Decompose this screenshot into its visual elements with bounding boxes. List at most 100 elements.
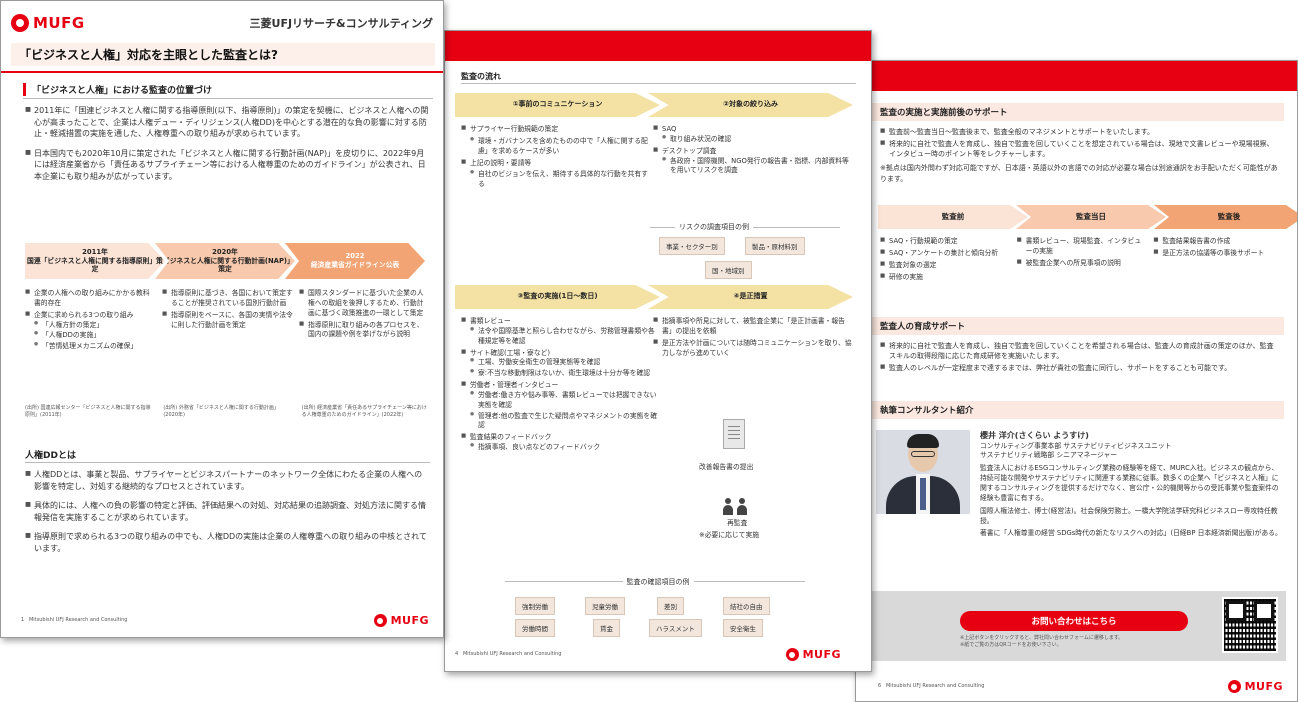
- list-item: 書類レビュー、現場監査、インタビューの実施: [1017, 237, 1144, 257]
- section-heading: 人権DDとは: [25, 451, 76, 461]
- list-item: 労働者・管理者インタビュー 労働者:働き方や悩み事等、書類レビューでは把握できな…: [461, 381, 661, 431]
- list-item: 指摘事項や所見に対して、被監査企業に「是正計画書・報告書」の提出を依頼: [653, 317, 853, 337]
- risk-tag: 事業・セクター別: [659, 237, 725, 255]
- list-item: 書類レビュー 法令や国際基準と照らし合わせながら、労務管理書類や各種規定等を確認: [461, 317, 661, 347]
- page-header: MUFG 三菱UFJリサーチ&コンサルティング: [11, 11, 433, 35]
- section-heading: 監査人の育成サポート: [872, 317, 1284, 335]
- list-item: 研修の実施: [880, 273, 1007, 283]
- company-name: 三菱UFJリサーチ&コンサルティング: [249, 17, 433, 30]
- check-tag: 賃金: [593, 619, 620, 637]
- list-item: SAQ・アンケートの集計と傾向分析: [880, 249, 1007, 259]
- brochure-page-4: 監査の流れ ①事前のコミュニケーション ②対象の絞り込み サプライヤー行動規範の…: [444, 30, 872, 672]
- list-item: SAQ・行動規範の策定: [880, 237, 1007, 247]
- page-number: 4: [455, 651, 459, 658]
- check-tag: 労働時間: [515, 619, 555, 637]
- hrdd-text: 人権DDとは、事業と製品、サプライヤーとビジネスパートナーのネットワーク全体にわ…: [25, 469, 430, 557]
- consultant-photo: [876, 430, 970, 514]
- page-number: 1: [21, 617, 25, 624]
- risk-tag: 国・地域別: [705, 261, 752, 279]
- footer-text: Mitsubishi UFJ Research and Consulting: [462, 651, 562, 658]
- step-4: ④是正措置: [648, 285, 853, 309]
- check-tag: ハラスメント: [649, 619, 702, 637]
- list-item: 是正方法や計画については随時コミュニケーションを取り、協力しながら進めていく: [653, 339, 853, 359]
- note-line: ※紙でご覧の方はQRコードをお使い下さい。: [960, 641, 1062, 648]
- note-line: ※上記ボタンをクリックすると、弊社問い合わせフォームに遷移します。: [960, 635, 1124, 641]
- intro-text: 2011年に「国連ビジネスと人権に関する指導原則(以下、指導原則)」の策定を契機…: [25, 105, 430, 185]
- timeline-2011: 2011年 国連「ビジネスと人権に関する指導原則」策定: [25, 243, 165, 279]
- section-heading: 監査の実施と実施前後のサポート: [872, 103, 1284, 121]
- flow-steps-top: ①事前のコミュニケーション ②対象の絞り込み: [455, 93, 853, 117]
- sub-item: 指摘事項、良い点などのフィードバック: [470, 443, 661, 453]
- timeline-arrows: 2011年 国連「ビジネスと人権に関する指導原則」策定 2020年 「ビジネスと人権…: [25, 243, 425, 279]
- mufg-logo-icon: [1227, 680, 1241, 693]
- mufg-logo: MUFG: [373, 614, 429, 627]
- mufg-logo: MUFG: [785, 648, 841, 661]
- list-item: サプライヤー行動規範の策定 環境・ガバナンスを含めたものの中で「人権に関する配慮…: [461, 125, 651, 157]
- list-item: 被監査企業への所見事項の説明: [1017, 259, 1144, 269]
- list-item: 監査対象の選定: [880, 261, 1007, 271]
- timeline-2020: 2020年 「ビジネスと人権に関する行動計画(NAP)」策定: [155, 243, 295, 279]
- source-note: (出所) 経済産業省「責任あるサプライチェーン等における人権尊重のためのガイドラ…: [301, 405, 427, 418]
- sub-item: 各政府・国際機関、NGO発行の報告書・指標、内部資料等を用いてリスクを調査: [662, 157, 853, 177]
- doc-label: 改善報告書の提出: [699, 463, 754, 471]
- risk-tag: 製品・原材料別: [745, 237, 805, 255]
- consultant-dept: コンサルティング事業本部 サステナビリティビジネスユニット: [980, 441, 1172, 450]
- list-item: SAQ 取り組み状況の確認: [653, 125, 853, 145]
- check-title: 監査の確認項目の例: [445, 577, 871, 587]
- timeline-2022: 2022 経済産業省ガイドライン公表: [285, 243, 425, 279]
- page-title: 「ビジネスと人権」対応を主眼とした監査とは?: [11, 43, 435, 66]
- sub-item: 労働者:働き方や悩み事等、書類レビューでは把握できない実態を確認: [470, 391, 661, 411]
- contact-button[interactable]: お問い合わせはこちら: [960, 611, 1188, 631]
- bullet-item: 将来的に自社で監査人を育成し、独自で監査を回していくことを希望される場合は、監査…: [880, 341, 1280, 361]
- note-text: ※拠点は国内外問わず対応可能ですが、日本語・英語以外の言語での対応が必要な場合は…: [880, 164, 1278, 183]
- page-footer: 6 Mitsubishi UFJ Research and Consulting…: [878, 680, 1283, 693]
- bullet-item: 指導原則で求められる3つの取り組みの中でも、人権DDの実施は企業の人権尊重への取…: [25, 531, 430, 554]
- consultant-bio: 櫻井 洋介(さくらい ようすけ) コンサルティング事業本部 サステナビリティビジ…: [980, 430, 1284, 539]
- phase-after-list: 監査結果報告書の作成 是正方法の協議等の事後サポート: [1153, 237, 1280, 284]
- phase-before-list: SAQ・行動規範の策定 SAQ・アンケートの集計と傾向分析 監査対象の選定 研修…: [880, 237, 1007, 284]
- list-item: 指導原則に取り組みの各プロセスを、国内の課題や例を挙げながら説明: [299, 321, 430, 341]
- check-tag: 強制労働: [515, 597, 555, 615]
- check-tag: 差別: [657, 597, 684, 615]
- phase-columns: SAQ・行動規範の策定 SAQ・アンケートの集計と傾向分析 監査対象の選定 研修…: [880, 237, 1280, 284]
- people-icon: [723, 493, 753, 515]
- step-1: ①事前のコミュニケーション: [455, 93, 660, 117]
- step-2-content: SAQ 取り組み状況の確認 デスクトップ調査 各政府・国際機関、NGO発行の報告…: [653, 125, 853, 178]
- bullet-item: 2011年に「国連ビジネスと人権に関する指導原則(以下、指導原則)」の策定を契機…: [25, 105, 430, 140]
- check-tag: 結社の自由: [723, 597, 770, 615]
- contact-notes: ※上記ボタンをクリックすると、弊社問い合わせフォームに遷移します。 ※紙でご覧の…: [960, 635, 1200, 649]
- risk-title: リスクの調査項目の例: [675, 222, 753, 232]
- footer-text: Mitsubishi UFJ Research and Consulting: [28, 617, 128, 624]
- bullet-item: 将来的に自社で監査人を育成し、独自で監査を回していくことを想定されている場合は、…: [880, 139, 1280, 159]
- sub-item: 寮:不当な移動制限はないか、衛生環境は十分か等を確認: [470, 369, 661, 379]
- list-item: サイト確認(工場・寮など) 工場、労働安全衛生の管理実態等を確認 寮:不当な移動…: [461, 349, 661, 380]
- sub-item: 「苦情処理メカニズムの確保」: [34, 342, 156, 352]
- sub-item: 法令や国際基準と照らし合わせながら、労務管理書類や各種規定等を確認: [470, 327, 661, 347]
- bullet-item: 監査人のレベルが一定程度まで達するまでは、弊社が貴社の監査に同行し、サポートをす…: [880, 363, 1280, 373]
- bullet-item: 人権DDとは、事業と製品、サプライヤーとビジネスパートナーのネットワーク全体にわ…: [25, 469, 430, 492]
- intro-text: 監査前〜監査当日〜監査後まで、監査全般のマネジメントとサポートをいたします。 将…: [880, 127, 1280, 184]
- page-header-band: [445, 31, 871, 61]
- document-icon: [723, 419, 745, 449]
- page-footer: 4 Mitsubishi UFJ Research and Consulting…: [455, 648, 841, 661]
- qr-code-icon[interactable]: [1222, 597, 1278, 653]
- check-tag: 安全衛生: [723, 619, 763, 637]
- bullet-item: 具体的には、人権への負の影響の特定と評価、評価結果への対処、対応結果の追跡調査、…: [25, 500, 430, 523]
- step-3-content: 書類レビュー 法令や国際基準と照らし合わせながら、労務管理書類や各種規定等を確認…: [461, 317, 661, 455]
- flow-title: 監査の流れ: [461, 72, 501, 81]
- brochure-page-6: 監査の実施と実施前後のサポート 監査前〜監査当日〜監査後まで、監査全般のマネジメ…: [855, 60, 1298, 702]
- bio-paragraph: 著書に「人権尊重の経営 SDGs時代の新たなリスクへの対応」(日経BP 日本経済…: [980, 529, 1282, 538]
- list-item: 指導原則に基づき、各国において策定することが推奨されている国別行動計画: [162, 289, 293, 309]
- check-tag: 児童労働: [585, 597, 625, 615]
- list-item: 監査結果のフィードバック 指摘事項、良い点などのフィードバック: [461, 433, 661, 453]
- bio-paragraph: 監査法人におけるESGコンサルティング業務の経験等を経て、MURC入社。ビジネス…: [980, 464, 1279, 502]
- list-item: デスクトップ調査 各政府・国際機関、NGO発行の報告書・指標、内部資料等を用いて…: [653, 147, 853, 177]
- sub-item: 環境・ガバナンスを含めたものの中で「人権に関する配慮」を求めるケースが多い: [470, 137, 651, 157]
- sub-item: 工場、労働安全衛生の管理実態等を確認: [470, 358, 661, 368]
- source-note: (出所) 外務省「ビジネスと人権に関する行動計画」(2020年): [163, 405, 279, 418]
- phase-before: 監査前: [878, 205, 1028, 229]
- bullet-item: 日本国内でも2020年10月に策定された「ビジネスと人権に関する行動計画(NAP…: [25, 148, 430, 183]
- list-item: 指導原則をベースに、各国の実情や法令に則した行動計画を策定: [162, 311, 293, 331]
- step-2: ②対象の絞り込み: [648, 93, 853, 117]
- sub-item: 自社のビジョンを伝え、期待する具体的な行動を共有する: [470, 170, 651, 190]
